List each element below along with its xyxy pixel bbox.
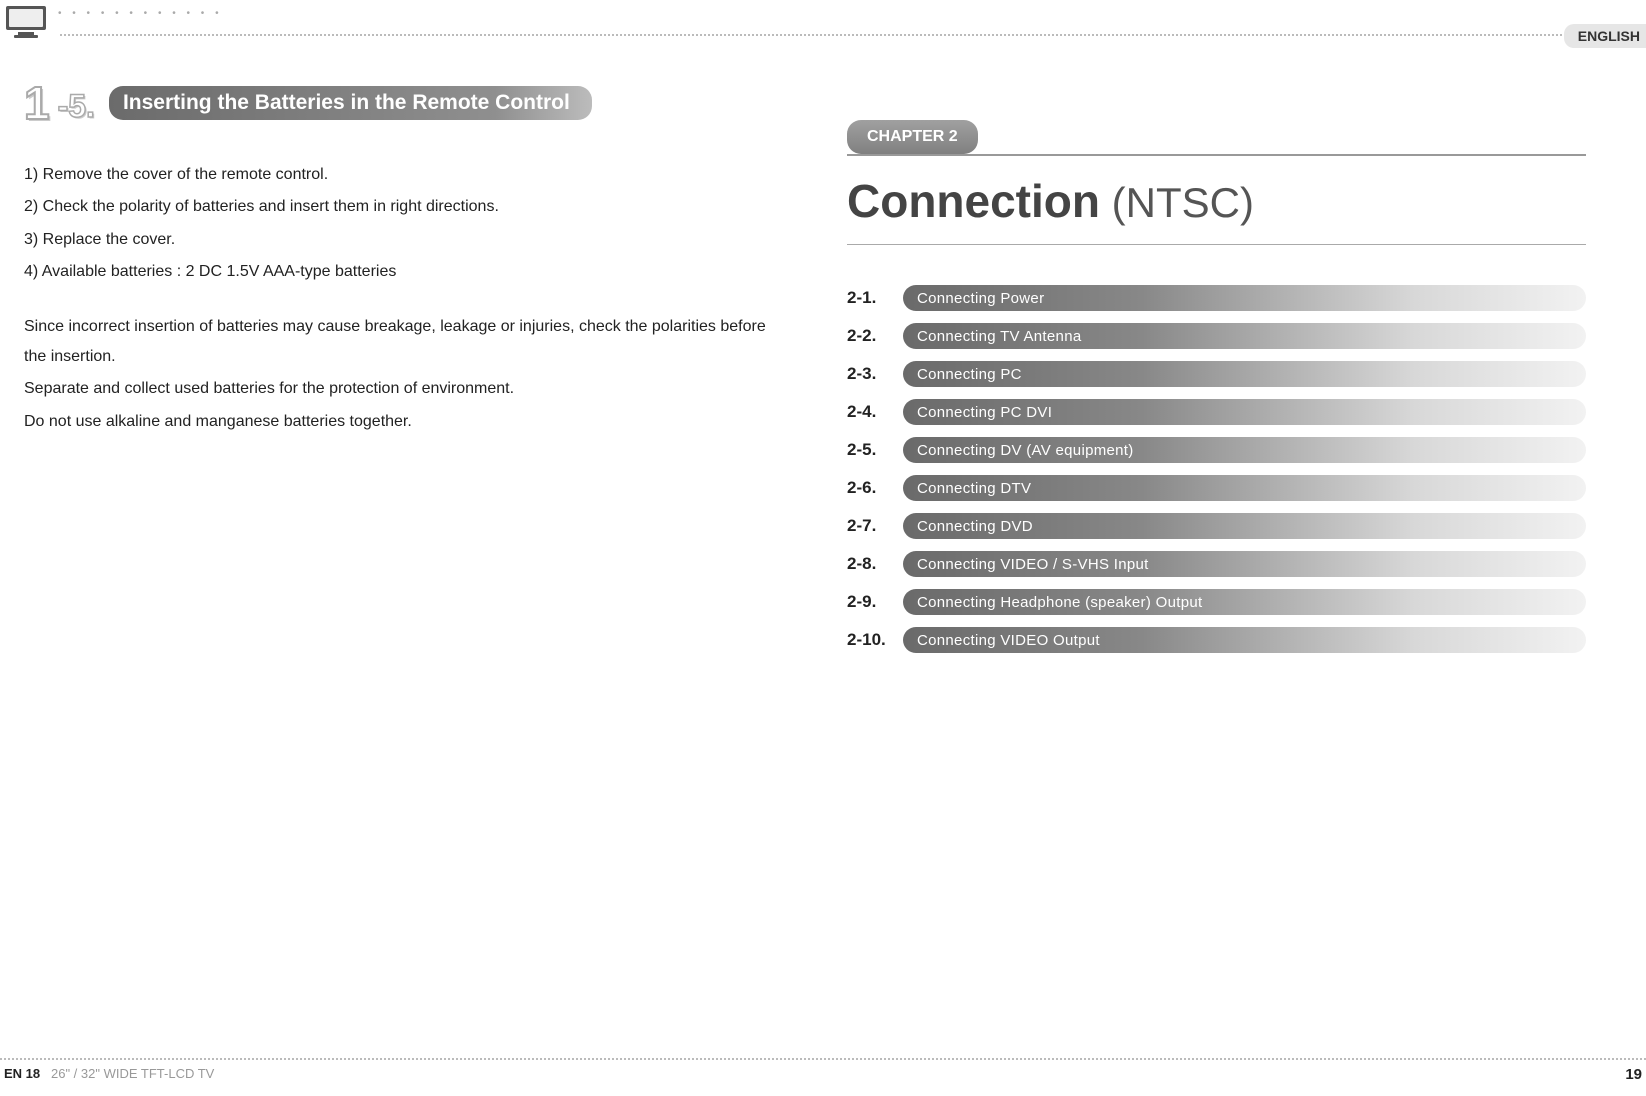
toc-row: 2-7. Connecting DVD [847,513,1586,539]
chapter-divider-top [847,154,1586,156]
toc-label: Connecting PC [903,361,1586,387]
right-page: CHAPTER 2 Connection (NTSC) 2-1. Connect… [823,80,1646,1036]
toc-number: 2-6. [847,478,903,498]
header-dots: • • • • • • • • • • • • [58,8,223,19]
footer-page-right: 19 [1625,1066,1642,1083]
toc-label: Connecting VIDEO Output [903,627,1586,653]
note-line: Separate and collect used batteries for … [24,374,783,404]
section-number-main: 1 [24,80,50,126]
toc-row: 2-5. Connecting DV (AV equipment) [847,437,1586,463]
footer-dotted-divider: EN 18 26" / 32" WIDE TFT-LCD TV 19 [0,1058,1646,1082]
toc-number: 2-8. [847,554,903,574]
toc-label: Connecting TV Antenna [903,323,1586,349]
toc-label: Connecting PC DVI [903,399,1586,425]
toc-label: Connecting VIDEO / S-VHS Input [903,551,1586,577]
chapter-title: Connection (NTSC) [847,174,1586,228]
toc-label: Connecting DV (AV equipment) [903,437,1586,463]
toc-label: Connecting Power [903,285,1586,311]
manual-spread: • • • • • • • • • • • • ENGLISH 1 -5. In… [0,0,1646,1096]
tv-icon [4,4,54,40]
top-dotted-divider [60,34,1646,36]
toc-number: 2-2. [847,326,903,346]
left-page: 1 -5. Inserting the Batteries in the Rem… [0,80,823,1036]
toc-list: 2-1. Connecting Power 2-2. Connecting TV… [847,285,1586,653]
toc-number: 2-9. [847,592,903,612]
toc-row: 2-8. Connecting VIDEO / S-VHS Input [847,551,1586,577]
section-title: Inserting the Batteries in the Remote Co… [109,86,592,120]
step-line: 3) Replace the cover. [24,225,783,255]
toc-row: 2-1. Connecting Power [847,285,1586,311]
toc-row: 2-2. Connecting TV Antenna [847,323,1586,349]
section-heading: 1 -5. Inserting the Batteries in the Rem… [24,80,783,126]
toc-row: 2-6. Connecting DTV [847,475,1586,501]
toc-label: Connecting DVD [903,513,1586,539]
chapter-title-light: (NTSC) [1112,179,1254,226]
toc-number: 2-7. [847,516,903,536]
note-line: Do not use alkaline and manganese batter… [24,407,783,437]
toc-number: 2-3. [847,364,903,384]
step-line: 4) Available batteries : 2 DC 1.5V AAA-t… [24,257,783,287]
footer-left: EN 18 26" / 32" WIDE TFT-LCD TV [4,1066,214,1081]
toc-number: 2-1. [847,288,903,308]
toc-row: 2-4. Connecting PC DVI [847,399,1586,425]
toc-number: 2-4. [847,402,903,422]
toc-row: 2-9. Connecting Headphone (speaker) Outp… [847,589,1586,615]
section-body: 1) Remove the cover of the remote contro… [24,160,783,437]
chapter-label: CHAPTER 2 [847,120,978,154]
note-line: Since incorrect insertion of batteries m… [24,312,783,373]
toc-row: 2-10. Connecting VIDEO Output [847,627,1586,653]
chapter-title-bold: Connection [847,175,1100,227]
section-number-sub: -5. [58,90,95,122]
footer-product-name: 26" / 32" WIDE TFT-LCD TV [51,1066,214,1081]
language-tab: ENGLISH [1564,24,1646,48]
toc-label: Connecting Headphone (speaker) Output [903,589,1586,615]
toc-number: 2-5. [847,440,903,460]
toc-number: 2-10. [847,630,903,650]
toc-row: 2-3. Connecting PC [847,361,1586,387]
step-line: 1) Remove the cover of the remote contro… [24,160,783,190]
toc-label: Connecting DTV [903,475,1586,501]
footer-page-left: EN 18 [4,1066,40,1081]
chapter-divider-bottom [847,244,1586,245]
step-line: 2) Check the polarity of batteries and i… [24,192,783,222]
